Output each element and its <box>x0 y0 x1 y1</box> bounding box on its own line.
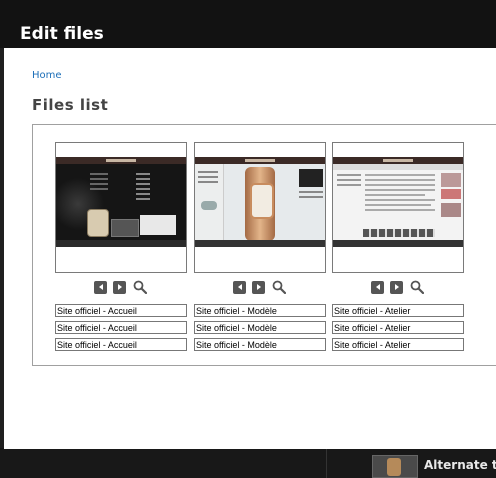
arrow-right-icon[interactable] <box>113 280 126 294</box>
backdrop-thumbnail <box>372 455 418 478</box>
backdrop-snippet-text: Alternate tex <box>424 458 496 472</box>
file-title-input[interactable] <box>55 321 187 334</box>
watch-model-screenshot <box>195 157 325 247</box>
arrow-left-icon[interactable] <box>94 280 107 294</box>
atelier-page-screenshot <box>333 157 463 247</box>
page-title: Files list <box>32 96 109 114</box>
file-controls <box>55 274 187 300</box>
file-title-input[interactable] <box>332 304 464 317</box>
file-title-input[interactable] <box>332 321 464 334</box>
file-title-input[interactable] <box>194 304 326 317</box>
file-card <box>332 142 464 351</box>
arrow-left-icon[interactable] <box>233 280 246 294</box>
edit-files-modal: Home Files list <box>4 48 496 449</box>
backdrop-divider <box>326 448 327 478</box>
homepage-screenshot <box>56 157 186 247</box>
backdrop-footer <box>0 448 496 478</box>
magnifier-icon[interactable] <box>409 279 425 295</box>
modal-title: Edit files <box>20 24 104 44</box>
file-preview-model[interactable] <box>194 142 326 273</box>
file-controls <box>332 274 464 300</box>
magnifier-icon[interactable] <box>271 279 287 295</box>
file-title-input[interactable] <box>194 338 326 351</box>
arrow-left-icon[interactable] <box>371 280 384 294</box>
file-title-input[interactable] <box>194 321 326 334</box>
files-list-panel <box>32 124 496 366</box>
file-title-input[interactable] <box>55 338 187 351</box>
arrow-right-icon[interactable] <box>390 280 403 294</box>
file-card <box>194 142 326 351</box>
file-preview-atelier[interactable] <box>332 142 464 273</box>
breadcrumb-home[interactable]: Home <box>32 70 62 81</box>
magnifier-icon[interactable] <box>132 279 148 295</box>
file-card <box>55 142 187 351</box>
file-title-input[interactable] <box>332 338 464 351</box>
file-title-input[interactable] <box>55 304 187 317</box>
arrow-right-icon[interactable] <box>252 280 265 294</box>
file-controls <box>194 274 326 300</box>
file-preview-homepage[interactable] <box>55 142 187 273</box>
